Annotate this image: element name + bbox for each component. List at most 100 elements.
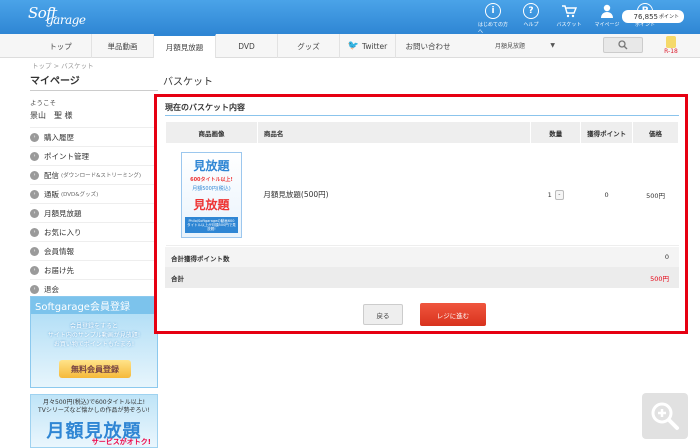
sidebar: マイページ ようこそ 景山 聖 様 › 購入履歴 › ポイント管理 › 配信 (ダウンロ… <box>30 72 158 298</box>
nav-single-video[interactable]: 単品動画 <box>92 34 154 58</box>
points-unit: ポイント <box>658 14 679 20</box>
sidebar-item-points[interactable]: › ポイント管理 <box>30 146 158 165</box>
sidebar-item-purchase-history[interactable]: › 購入履歴 <box>30 127 158 146</box>
col-points: 獲得ポイント <box>580 121 634 144</box>
arrow-right-icon: › <box>30 170 39 180</box>
sidebar-item-monthly[interactable]: › 月額見放題 <box>30 203 158 222</box>
nav-dvd[interactable]: DVD <box>216 34 278 58</box>
free-signup-button[interactable]: 無料会員登録 <box>59 360 131 378</box>
header-link-basket[interactable]: バスケット <box>554 3 584 35</box>
zoom-button[interactable] <box>642 393 688 439</box>
page-title: バスケット <box>163 77 213 88</box>
col-price: 価格 <box>632 121 679 144</box>
twitter-icon: 🐦 <box>347 41 360 51</box>
product-image-text: 見放題 <box>193 197 230 212</box>
welcome-text: ようこそ <box>30 99 56 107</box>
sidebar-item-label: お気に入り <box>44 227 82 237</box>
user-icon <box>599 3 615 19</box>
arrow-right-icon: › <box>30 189 39 199</box>
signup-banner-text: 会員登録をすると サイト内のサンプル動画が見放題! お買い物でポイントもたまる! <box>31 322 157 349</box>
arrow-right-icon: › <box>30 132 39 142</box>
section-divider <box>165 115 679 116</box>
header-link-guide[interactable]: i はじめての方へ <box>478 3 508 35</box>
sidebar-item-member-info[interactable]: › 会員情報 <box>30 241 158 260</box>
arrow-right-icon: › <box>30 227 39 237</box>
points-value: 76,855 <box>633 12 658 21</box>
header-link-mypage[interactable]: マイページ <box>592 3 622 35</box>
header-link-label: マイページ <box>594 22 620 28</box>
header-link-help[interactable]: ? ヘルプ <box>516 3 546 35</box>
nav-twitter[interactable]: 🐦 Twitter <box>340 34 396 58</box>
header-link-label: ヘルプ <box>523 22 539 28</box>
product-image-text: Philo/Softgarageの動画600タイトル以上が月額500円で見放題! <box>184 216 238 233</box>
search-icon <box>618 40 628 50</box>
arrow-right-icon: › <box>30 246 39 256</box>
monthly-banner-line: TVシリーズなど懐かしの作品が勢ぞろい! <box>38 407 150 414</box>
sidebar-item-label: 購入履歴 <box>44 132 74 142</box>
total-points-label: 合計獲得ポイント数 <box>171 254 230 263</box>
arrow-right-icon: › <box>30 151 39 161</box>
r18-link[interactable]: R-18 <box>660 36 682 58</box>
sidebar-item-note: (ダウンロード&ストリーミング) <box>61 173 142 179</box>
points-balance: 76,855 ポイント <box>622 10 684 23</box>
monthly-banner-sub: サービスがオトク! <box>91 438 151 446</box>
sidebar-item-label: 月額見放題 <box>44 208 82 218</box>
signup-banner[interactable]: Softgarage会員登録 会員登録をすると サイト内のサンプル動画が見放題!… <box>30 296 158 388</box>
total-points-row: 合計獲得ポイント数 0 <box>165 247 679 268</box>
total-label: 合計 <box>171 274 184 283</box>
total-row: 合計 500円 <box>165 267 679 288</box>
site-logo[interactable]: Soft garage <box>28 4 86 27</box>
nav-twitter-label: Twitter <box>362 41 388 51</box>
section-title: 現在のバスケット内容 <box>165 103 245 112</box>
table-header-row: 商品画像 商品名 数量 獲得ポイント 価格 <box>165 121 679 144</box>
arrow-right-icon: › <box>30 265 39 275</box>
sidebar-item-label: 通販 <box>44 189 59 199</box>
sidebar-item-note: (DVD&グッズ) <box>61 192 99 198</box>
info-icon: i <box>485 3 501 19</box>
r18-label: R-18 <box>664 48 678 55</box>
price-cell: 500円 <box>632 143 679 246</box>
sidebar-item-label: 配信 <box>44 170 59 180</box>
product-image-cell: 見放題 600タイトル以上! 月額500円(税込) 見放題 Philo/Soft… <box>165 143 258 246</box>
nav-monthly[interactable]: 月額見放題 <box>154 34 216 58</box>
product-image-text: 見放題 <box>193 158 230 173</box>
total-value: 500円 <box>650 275 669 283</box>
global-nav: トップ 単品動画 月額見放題 DVD グッズ 🐦 Twitter お問い合わせ <box>0 34 700 58</box>
arrow-right-icon: › <box>30 284 39 294</box>
nav-goods[interactable]: グッズ <box>278 34 340 58</box>
qty-cell: 1 - <box>530 143 581 246</box>
col-qty: 数量 <box>530 121 582 144</box>
nav-contact[interactable]: お問い合わせ <box>396 34 460 58</box>
monthly-banner-line: 月々500円(税込)で600タイトル以上! <box>43 399 145 406</box>
user-name: 景山 聖 様 <box>30 111 73 120</box>
sidebar-item-label: 退会 <box>44 284 59 294</box>
sidebar-item-delivery[interactable]: › 配信 (ダウンロード&ストリーミング) <box>30 165 158 184</box>
site-header: Soft garage i はじめての方へ ? ヘルプ バスケット マイページ … <box>0 0 700 35</box>
sidebar-item-shipping[interactable]: › お届け先 <box>30 260 158 279</box>
signup-banner-line: お買い物でポイントもたまる! <box>53 341 135 348</box>
monthly-banner[interactable]: 月々500円(税込)で600タイトル以上! TVシリーズなど懐かしの作品が勢ぞろ… <box>30 394 158 448</box>
sidebar-item-label: ポイント管理 <box>44 151 89 161</box>
zoom-icon <box>651 402 679 430</box>
points-cell: 0 <box>580 143 633 246</box>
header-link-label: バスケット <box>556 22 582 28</box>
col-name: 商品名 <box>256 121 532 144</box>
sidebar-item-mailorder[interactable]: › 通販 (DVD&グッズ) <box>30 184 158 203</box>
total-points-value: 0 <box>664 253 669 261</box>
product-image[interactable]: 見放題 600タイトル以上! 月額500円(税込) 見放題 Philo/Soft… <box>180 151 242 238</box>
sidebar-item-favorites[interactable]: › お気に入り <box>30 222 158 241</box>
back-button[interactable]: 戻る <box>363 304 403 325</box>
signup-banner-line: サイト内のサンプル動画が見放題! <box>47 332 141 339</box>
quantity-minus-button[interactable]: - <box>554 189 564 200</box>
monthly-banner-text: 月々500円(税込)で600タイトル以上! TVシリーズなど懐かしの作品が勢ぞろ… <box>31 399 157 415</box>
signup-banner-line: 会員登録をすると <box>69 323 118 330</box>
product-image-text: 600タイトル以上! <box>190 176 233 183</box>
search-button[interactable] <box>603 37 643 53</box>
cart-icon <box>561 3 577 19</box>
category-select[interactable]: 月額見放題 ▼ <box>495 38 555 52</box>
header-link-label: はじめての方へ <box>478 22 509 35</box>
nav-top[interactable]: トップ <box>30 34 92 58</box>
checkout-button[interactable]: レジに進む <box>420 303 486 326</box>
category-select-value: 月額見放題 <box>495 42 526 50</box>
product-name-link[interactable]: 月額見放題(500円) <box>257 143 531 246</box>
